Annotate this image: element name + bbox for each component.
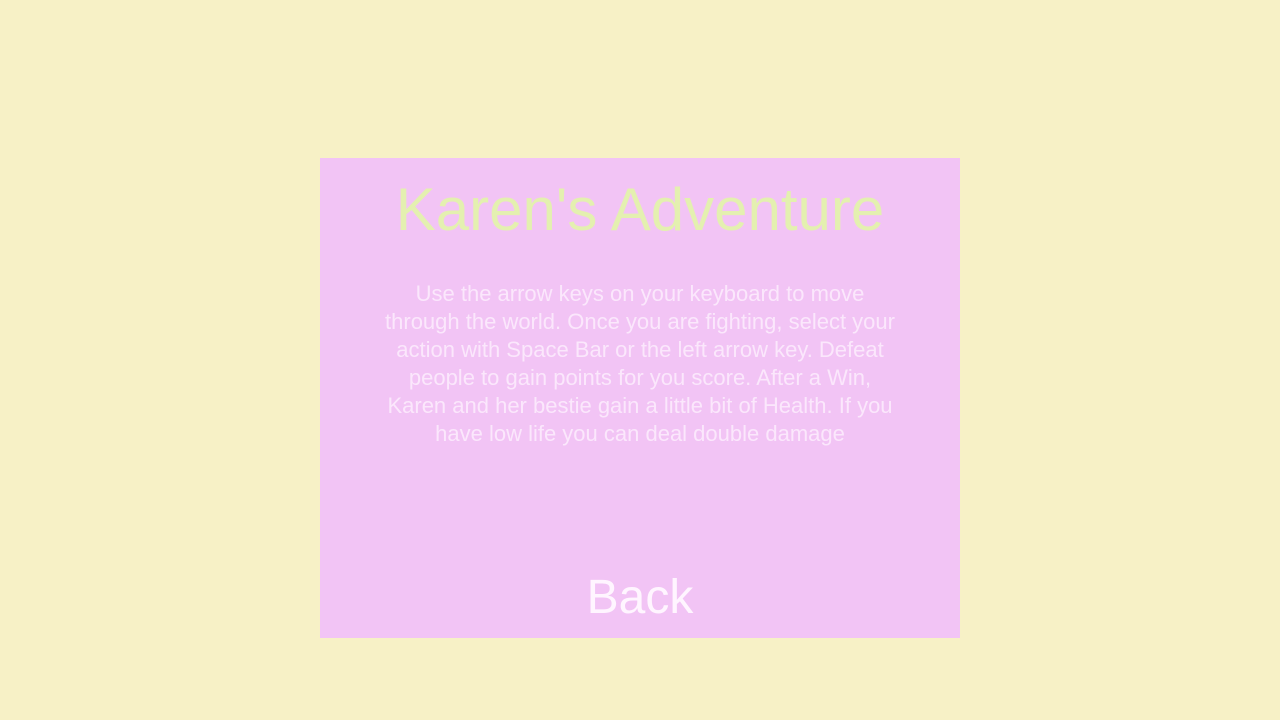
instructions-text: Use the arrow keys on your keyboard to m… [385,281,895,446]
instructions-panel: Karen's Adventure Use the arrow keys on … [320,158,960,638]
game-title: Karen's Adventure [395,176,885,243]
back-button[interactable]: Back [540,566,740,630]
